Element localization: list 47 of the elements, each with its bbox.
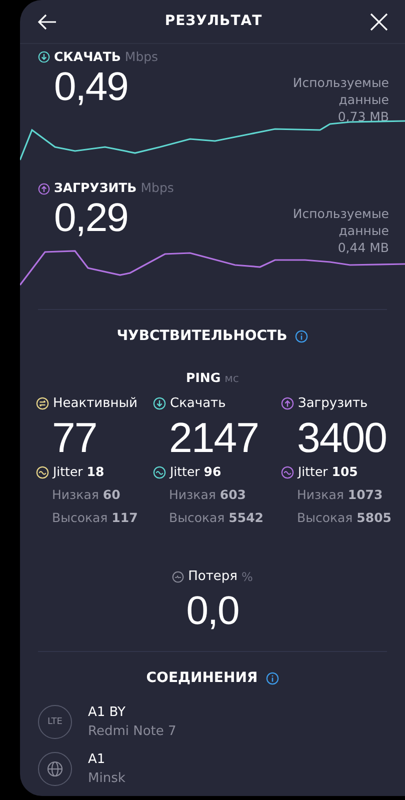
globe-icon xyxy=(38,752,72,786)
unit-label: мс xyxy=(224,370,239,387)
high-ping-text: Высокая 5805 xyxy=(296,508,392,526)
speed-value: 0,29 xyxy=(54,198,128,238)
unit-label: % xyxy=(241,569,253,586)
low-ping-text: Низкая 1073 xyxy=(296,486,384,504)
jitter-text: Jitter 105 xyxy=(298,463,358,481)
section-title: ЧУВСТВИТЕЛЬНОСТЬ xyxy=(116,326,288,346)
close-button[interactable] xyxy=(369,12,389,32)
data-used-value: 0,44 MB xyxy=(336,240,389,257)
screen-title: РЕЗУЛЬТАТ xyxy=(164,12,262,31)
connection-name: A1 BY xyxy=(88,704,126,722)
low-ping-text: Низкая 60 xyxy=(51,486,122,504)
data-used-label: Используемые данные xyxy=(292,74,389,108)
pulse-icon xyxy=(172,571,184,583)
high-ping-text: Высокая 5542 xyxy=(168,508,264,526)
section-title: СОЕДИНЕНИЯ xyxy=(146,668,258,688)
ping-value: 77 xyxy=(52,417,97,459)
data-used-label: Используемые данные xyxy=(292,206,389,240)
wave-icon xyxy=(36,466,49,479)
wave-icon xyxy=(153,466,166,479)
jitter-text: Jitter 96 xyxy=(170,463,222,481)
high-ping-text: Высокая 117 xyxy=(51,508,139,526)
loss-value: 0,0 xyxy=(186,590,239,631)
ping-value: 2147 xyxy=(169,417,258,459)
ping-value: 3400 xyxy=(297,417,386,459)
speed-value: 0,49 xyxy=(54,66,128,107)
loss-label: Потеря xyxy=(188,568,238,586)
ping-type-label: Скачать xyxy=(170,394,226,412)
ping-type-label: Неактивный xyxy=(53,394,138,412)
unit-label: Mbps xyxy=(140,179,174,198)
low-ping-text: Низкая 603 xyxy=(168,486,247,504)
data-used-value: 0,73 MB xyxy=(336,108,389,126)
info-icon[interactable] xyxy=(295,330,308,343)
unit-label: Mbps xyxy=(124,48,158,66)
wave-icon xyxy=(281,466,294,479)
ping-type-label: Загрузить xyxy=(298,394,368,412)
speed-label: СКАЧАТЬ xyxy=(54,48,121,66)
connection-detail: Redmi Note 7 xyxy=(88,723,176,742)
info-icon[interactable] xyxy=(266,672,279,685)
speed-label: ЗАГРУЗИТЬ xyxy=(54,179,137,198)
network-type-badge: LTE xyxy=(38,705,72,740)
connection-detail: Minsk xyxy=(88,770,126,788)
connection-name: A1 xyxy=(88,750,106,769)
close-icon xyxy=(369,12,389,32)
ping-label: PING xyxy=(186,368,221,387)
jitter-text: Jitter 18 xyxy=(53,463,104,481)
